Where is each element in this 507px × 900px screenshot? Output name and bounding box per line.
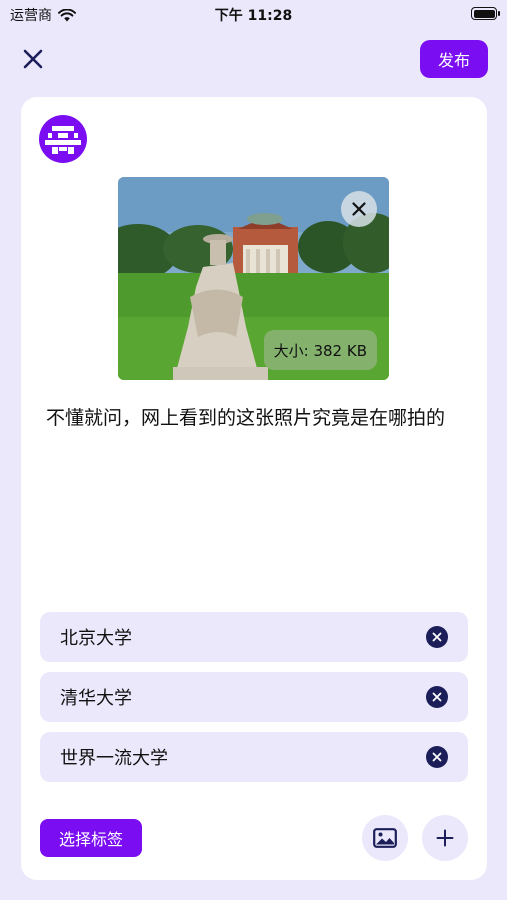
remove-tag-button[interactable] <box>426 626 448 648</box>
post-content-text[interactable]: 不懂就问，网上看到的这张照片究竟是在哪拍的 <box>46 403 466 433</box>
plus-icon <box>436 829 454 847</box>
pixel-avatar-icon <box>45 126 81 154</box>
close-icon <box>23 49 43 69</box>
remove-photo-button[interactable] <box>341 191 377 227</box>
image-icon <box>373 828 397 848</box>
status-bar: 运营商 下午 11:28 <box>0 0 507 28</box>
close-icon <box>432 632 442 642</box>
tag-label: 北京大学 <box>60 628 132 649</box>
add-image-button[interactable] <box>362 815 408 861</box>
photo-size-badge: 大小: 382 KB <box>263 330 377 370</box>
status-time: 下午 11:28 <box>214 8 293 24</box>
tag-chip: 世界一流大学 <box>40 732 468 782</box>
tag-label: 世界一流大学 <box>60 748 168 769</box>
battery-icon <box>471 7 500 20</box>
publish-button[interactable]: 发布 <box>420 40 488 78</box>
attached-photo[interactable]: 大小: 382 KB <box>118 177 389 380</box>
post-card: 大小: 382 KB 不懂就问，网上看到的这张照片究竟是在哪拍的 北京大学 清华… <box>21 97 487 880</box>
tag-label: 清华大学 <box>60 688 132 709</box>
add-button[interactable] <box>422 815 468 861</box>
close-icon <box>352 202 366 216</box>
avatar[interactable] <box>39 115 87 163</box>
select-tag-button[interactable]: 选择标签 <box>40 819 142 857</box>
close-icon <box>432 752 442 762</box>
remove-tag-button[interactable] <box>426 746 448 768</box>
remove-tag-button[interactable] <box>426 686 448 708</box>
close-button[interactable] <box>18 44 48 74</box>
close-icon <box>432 692 442 702</box>
tag-chip: 北京大学 <box>40 612 468 662</box>
tag-chip: 清华大学 <box>40 672 468 722</box>
